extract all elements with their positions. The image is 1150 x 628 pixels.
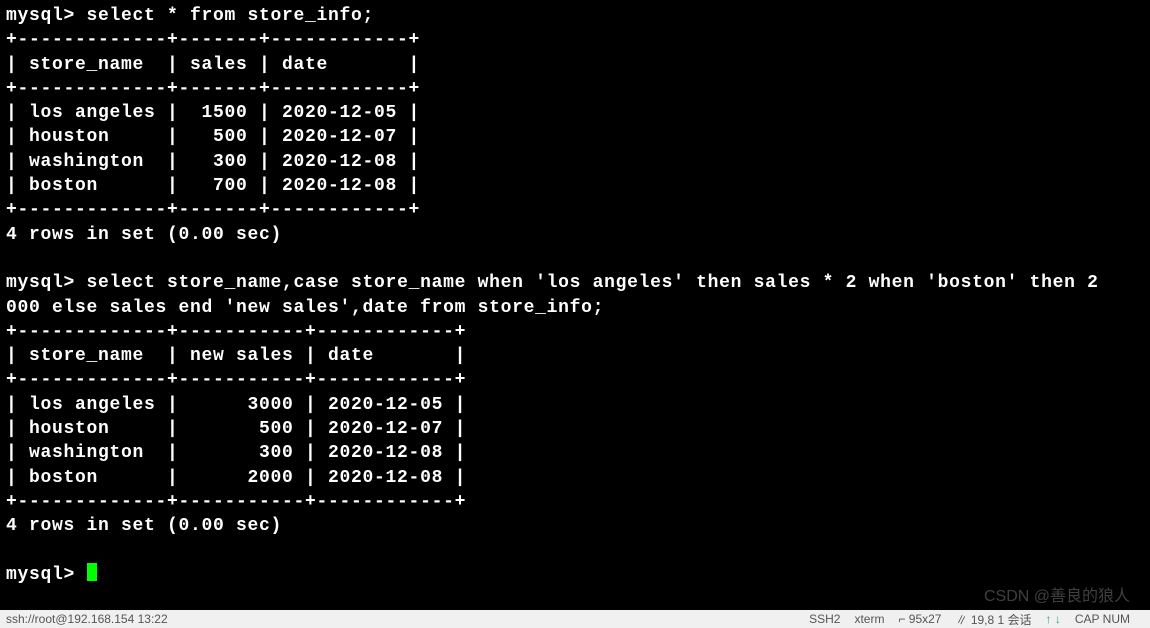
table-border: +-------------+-----------+------------+ — [6, 322, 466, 342]
table-header-row: | store_name | sales | date | — [6, 55, 420, 75]
status-other: ∥ 19,8 1 会话 — [955, 611, 1031, 628]
table-border: +-------------+-------+------------+ — [6, 200, 420, 220]
mysql-prompt: mysql> — [6, 565, 87, 585]
result-summary: 4 rows in set (0.00 sec) — [6, 225, 282, 245]
table-row: | los angeles | 1500 | 2020-12-05 | — [6, 103, 420, 123]
result-summary: 4 rows in set (0.00 sec) — [6, 516, 282, 536]
status-connection: ssh://root@192.168.154 13:22 — [6, 612, 168, 626]
status-caps: CAP NUM — [1075, 612, 1130, 626]
table-border: +-------------+-----------+------------+ — [6, 492, 466, 512]
terminal-output[interactable]: mysql> select * from store_info; +------… — [0, 0, 1150, 591]
table-row: | washington | 300 | 2020-12-08 | — [6, 152, 420, 172]
query2-sql-line1: select store_name,case store_name when '… — [87, 273, 1099, 293]
table-border: +-------------+-----------+------------+ — [6, 370, 466, 390]
status-size: ⌐ 95x27 — [898, 612, 941, 626]
table-border: +-------------+-------+------------+ — [6, 79, 420, 99]
status-ssh: SSH2 — [809, 612, 840, 626]
terminal-cursor[interactable] — [87, 563, 97, 581]
mysql-prompt: mysql> — [6, 273, 87, 293]
table-row: | los angeles | 3000 | 2020-12-05 | — [6, 395, 466, 415]
table-border: +-------------+-------+------------+ — [6, 30, 420, 50]
query1-sql: select * from store_info; — [87, 6, 375, 26]
status-term: xterm — [854, 612, 884, 626]
table-header-row: | store_name | new sales | date | — [6, 346, 466, 366]
query2-sql-line2: 000 else sales end 'new sales',date from… — [6, 298, 604, 318]
mysql-prompt: mysql> — [6, 6, 87, 26]
table-row: | boston | 700 | 2020-12-08 | — [6, 176, 420, 196]
table-row: | boston | 2000 | 2020-12-08 | — [6, 468, 466, 488]
status-arrows-icon: ↑ ↓ — [1046, 612, 1061, 626]
table-row: | houston | 500 | 2020-12-07 | — [6, 419, 466, 439]
status-bar: ssh://root@192.168.154 13:22 SSH2 xterm … — [0, 610, 1150, 628]
table-row: | washington | 300 | 2020-12-08 | — [6, 443, 466, 463]
table-row: | houston | 500 | 2020-12-07 | — [6, 127, 420, 147]
